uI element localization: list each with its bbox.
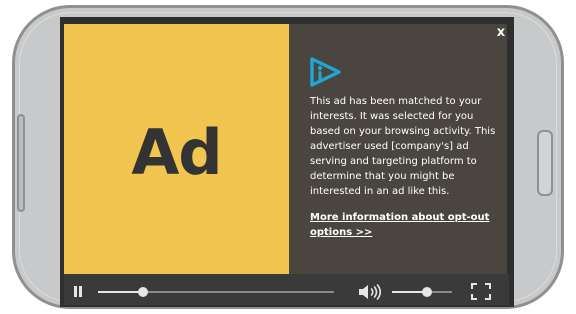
player-controls-bar	[64, 274, 509, 305]
opt-out-link[interactable]: More information about opt-out options >…	[310, 210, 500, 240]
ad-label: Ad	[131, 115, 222, 189]
volume-handle[interactable]	[422, 287, 432, 297]
fullscreen-icon[interactable]	[471, 283, 491, 300]
phone-home-button	[537, 130, 553, 196]
ad-explanation-text: This ad has been matched to your interes…	[310, 96, 496, 197]
close-button[interactable]: x	[493, 24, 509, 42]
seek-progress	[98, 291, 143, 293]
ad-creative[interactable]: Ad	[64, 24, 289, 274]
adchoices-play-icon	[310, 57, 341, 87]
pause-icon	[74, 286, 77, 297]
pause-icon-bar	[79, 286, 82, 297]
pause-button[interactable]	[74, 286, 82, 297]
phone-side-button	[17, 114, 25, 212]
seek-handle[interactable]	[138, 287, 148, 297]
speaker-icon[interactable]	[358, 284, 386, 300]
